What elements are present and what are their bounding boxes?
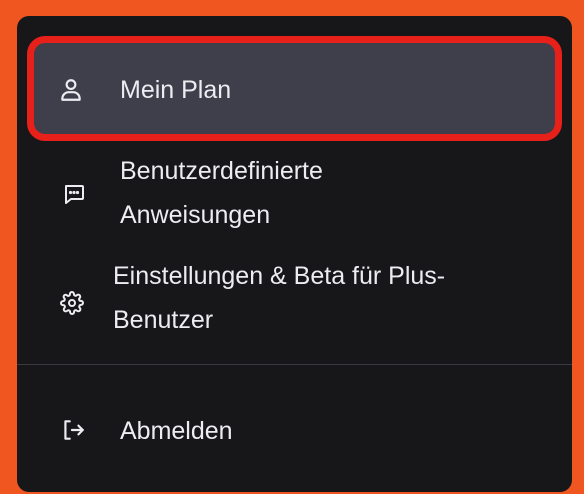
menu-item-label-line2: Benutzer <box>113 306 214 334</box>
logout-icon <box>60 417 86 443</box>
message-square-icon <box>61 181 87 207</box>
user-icon <box>58 77 84 103</box>
account-menu: Mein Plan Benutzerdefinierte Anweisungen… <box>17 16 572 492</box>
menu-item-custom-instructions[interactable]: Benutzerdefinierte Anweisungen <box>17 151 572 243</box>
gear-icon <box>59 290 85 316</box>
menu-item-mein-plan[interactable]: Mein Plan <box>17 60 572 120</box>
menu-item-label-line1: Benutzerdefinierte <box>120 157 323 185</box>
menu-item-label-line2: Anweisungen <box>120 201 271 229</box>
menu-item-label: Abmelden <box>120 417 233 445</box>
menu-item-label-line1: Einstellungen & Beta für Plus- <box>113 262 446 290</box>
menu-item-logout[interactable]: Abmelden <box>17 401 572 461</box>
menu-item-label: Mein Plan <box>120 76 232 104</box>
menu-divider <box>17 364 572 365</box>
menu-item-settings[interactable]: Einstellungen & Beta für Plus- Benutzer <box>17 256 572 348</box>
